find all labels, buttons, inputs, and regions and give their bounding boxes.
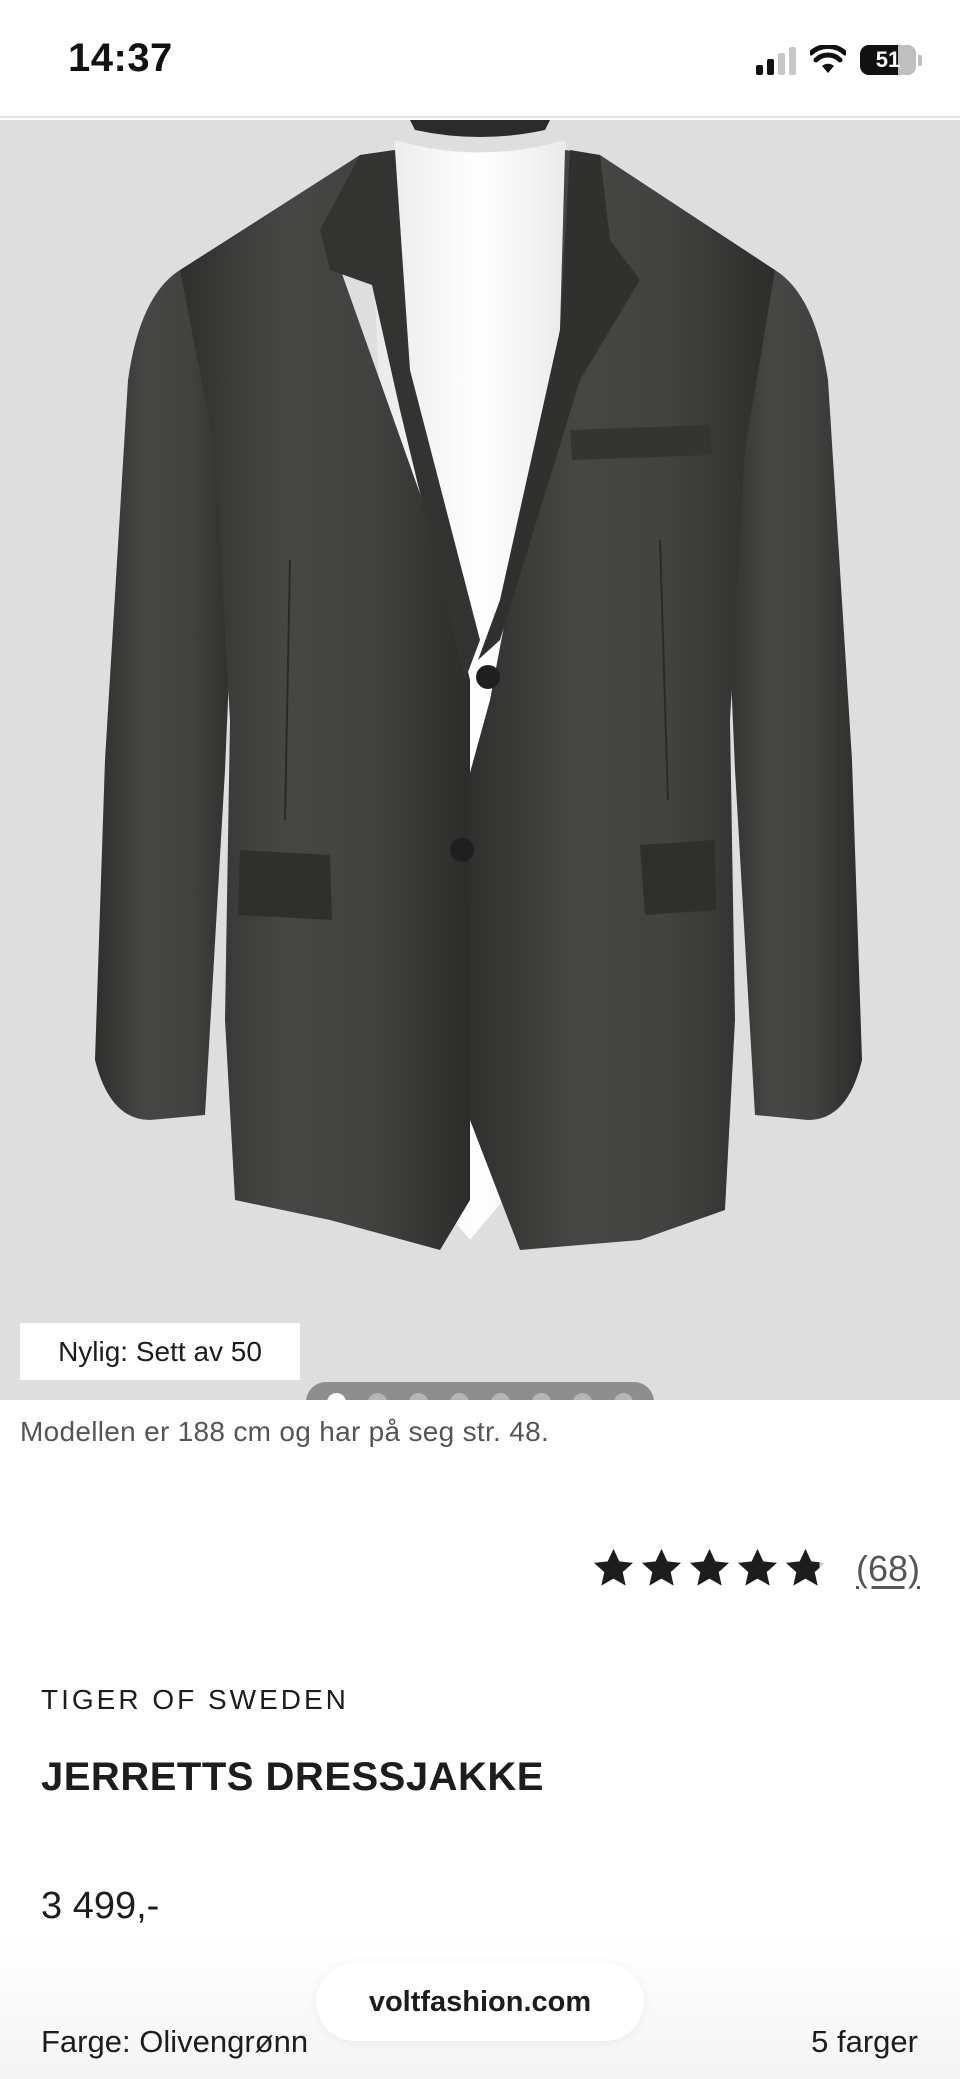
product-page: 14:37 51 Nylig: Sett av 50 Modellen er 1… [0, 0, 960, 2079]
carousel-dot[interactable] [573, 1392, 592, 1400]
product-rating[interactable]: (68) [591, 1546, 920, 1591]
carousel-dot[interactable] [368, 1392, 387, 1400]
carousel-dot[interactable] [614, 1392, 633, 1400]
product-price: 3 499,- [41, 1885, 160, 1927]
signal-icon [756, 45, 796, 75]
carousel-dot[interactable] [532, 1392, 551, 1400]
review-count-link[interactable]: (68) [856, 1548, 920, 1590]
battery-icon: 51 [860, 45, 922, 75]
star-icon [737, 1548, 777, 1586]
color-count-link[interactable]: 5 farger [811, 2024, 918, 2060]
model-size-note: Modellen er 188 cm og har på seg str. 48… [20, 1416, 550, 1447]
battery-percent: 51 [875, 47, 901, 72]
status-time: 14:37 [68, 36, 173, 80]
star-icon [689, 1548, 729, 1586]
status-bar: 14:37 51 [0, 0, 960, 118]
color-label: Farge: Olivengrønn [41, 2024, 309, 2059]
jacket-photo [95, 120, 862, 1250]
status-icons: 51 [756, 40, 922, 80]
star-icon [641, 1548, 681, 1586]
star-icon [593, 1548, 633, 1586]
carousel-dot[interactable] [327, 1392, 346, 1400]
brand-name[interactable]: TIGER OF SWEDEN [41, 1684, 349, 1716]
carousel-dot[interactable] [491, 1392, 510, 1400]
product-title: JERRETTS DRESSJAKKE [41, 1755, 544, 1799]
wifi-icon [810, 45, 846, 73]
browser-url-bar[interactable]: voltfashion.com [316, 1963, 644, 2041]
rating-stars [591, 1546, 828, 1591]
star-partial-icon [785, 1548, 825, 1586]
url-text: voltfashion.com [368, 1985, 592, 2018]
carousel-dot[interactable] [450, 1392, 469, 1400]
carousel-dots[interactable] [306, 1382, 654, 1400]
carousel-dot[interactable] [409, 1392, 428, 1400]
product-image-gallery[interactable] [0, 120, 960, 1400]
recently-viewed-badge: Nylig: Sett av 50 [20, 1323, 300, 1380]
